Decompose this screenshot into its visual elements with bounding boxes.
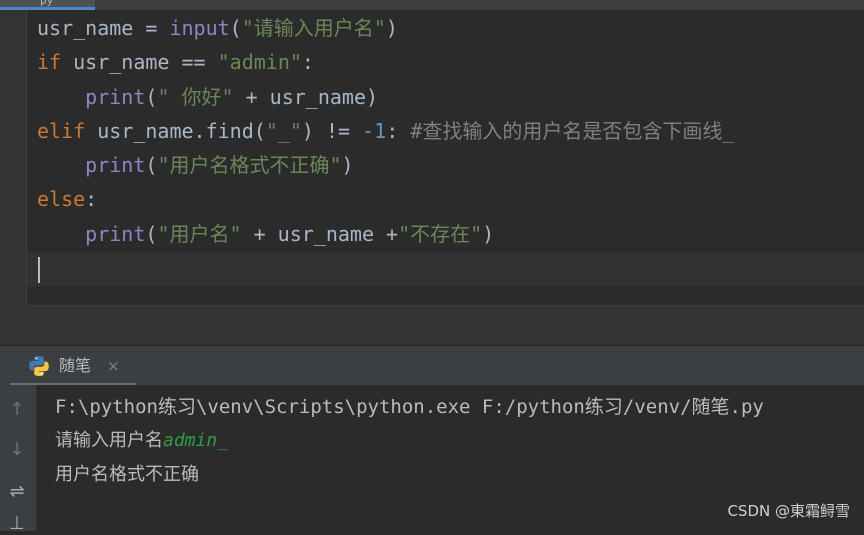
code-token: usr_name = [37,16,170,40]
run-tab-label: 随笔 [59,356,92,375]
code-token: "用户名" [157,221,242,246]
code-token: ) [482,221,495,246]
code-token: input [169,16,230,40]
code-line[interactable]: if usr_name == "admin": [37,45,857,79]
code-token: "用户名格式不正确" [157,153,342,178]
code-token: elif [37,118,98,143]
python-icon [29,356,49,376]
code-line[interactable]: elif usr_name.find("_") != -1: #查找输入的用户名… [37,114,857,148]
code-line-current[interactable] [37,251,857,285]
code-token: ) [385,16,398,40]
console-output[interactable]: F:\python练习\venv\Scripts\python.exe F:/p… [55,390,855,492]
console-prompt-line: 请输入用户名admin_ [55,424,855,458]
panel-splitter[interactable] [0,305,864,346]
code-token: if [37,50,74,75]
code-token: ( [145,221,158,246]
code-token: "请输入用户名" [241,16,386,40]
rerun-up-icon[interactable]: ↑ [6,399,28,421]
code-token: : [301,50,314,75]
code-token: print [85,153,146,178]
soft-wrap-icon[interactable]: ⇌ [6,481,28,503]
code-line[interactable]: print(" 你好" + usr_name) [37,80,857,114]
run-panel: ↑ ↓ ⇌ ⊥ F:\python练习\venv\Scripts\python.… [0,385,864,534]
code-token: print [85,221,146,246]
code-token: usr_name.find( [97,118,266,143]
code-token: "admin" [217,50,302,75]
editor-tab-strip: py [0,0,864,10]
code-token: "不存在" [398,221,483,246]
code-token: else [37,187,86,212]
close-icon[interactable]: × [107,355,120,377]
editor-tab-label: py [40,0,54,7]
console-prompt: 请输入用户名 [55,430,163,451]
run-tab[interactable]: 随笔 × [10,346,136,386]
code-line[interactable]: print("用户名" + usr_name +"不存在") [37,217,857,251]
code-token: + usr_name + [241,221,399,246]
run-tool-window-header: 随笔 × [0,345,864,386]
console-command-line: F:\python练习\venv\Scripts\python.exe F:/p… [55,396,764,418]
console-output-line: 用户名格式不正确 [55,464,199,485]
code-token: : [386,118,411,143]
code-token: "_" [265,118,302,143]
code-token: " 你好" [157,84,234,109]
code-token: #查找输入的用户名是否包含下画线_ [410,118,735,143]
code-line[interactable]: print("用户名格式不正确") [37,148,857,182]
editor-tab[interactable]: py [0,0,95,10]
console-user-input: admin_ [163,430,229,451]
code-token: ( [145,153,158,178]
code-area[interactable]: usr_name = input("请输入用户名") if usr_name ==… [37,11,857,285]
watermark: CSDN @東霜鲟雪 [727,502,850,520]
scroll-down-icon[interactable]: ↓ [6,439,28,461]
code-token: ( [229,16,242,40]
code-line[interactable]: usr_name = input("请输入用户名") [37,11,857,45]
code-token: + usr_name) [233,84,379,109]
code-token: -1 [362,118,387,143]
code-editor[interactable]: py usr_name = input("请输入用户名") if usr_name… [0,0,864,305]
code-token: usr_name == [73,50,218,75]
code-token: : [85,187,98,212]
editor-gutter [0,10,27,305]
pin-tab-icon[interactable]: ⊥ [6,513,28,535]
run-toolbar: ↑ ↓ ⇌ ⊥ [0,385,37,534]
text-caret [38,256,40,283]
code-token: ) [341,153,354,178]
code-token: print [85,84,146,109]
code-token: ) != [301,118,363,143]
code-line[interactable]: else: [37,182,857,216]
code-token: ( [145,84,158,109]
